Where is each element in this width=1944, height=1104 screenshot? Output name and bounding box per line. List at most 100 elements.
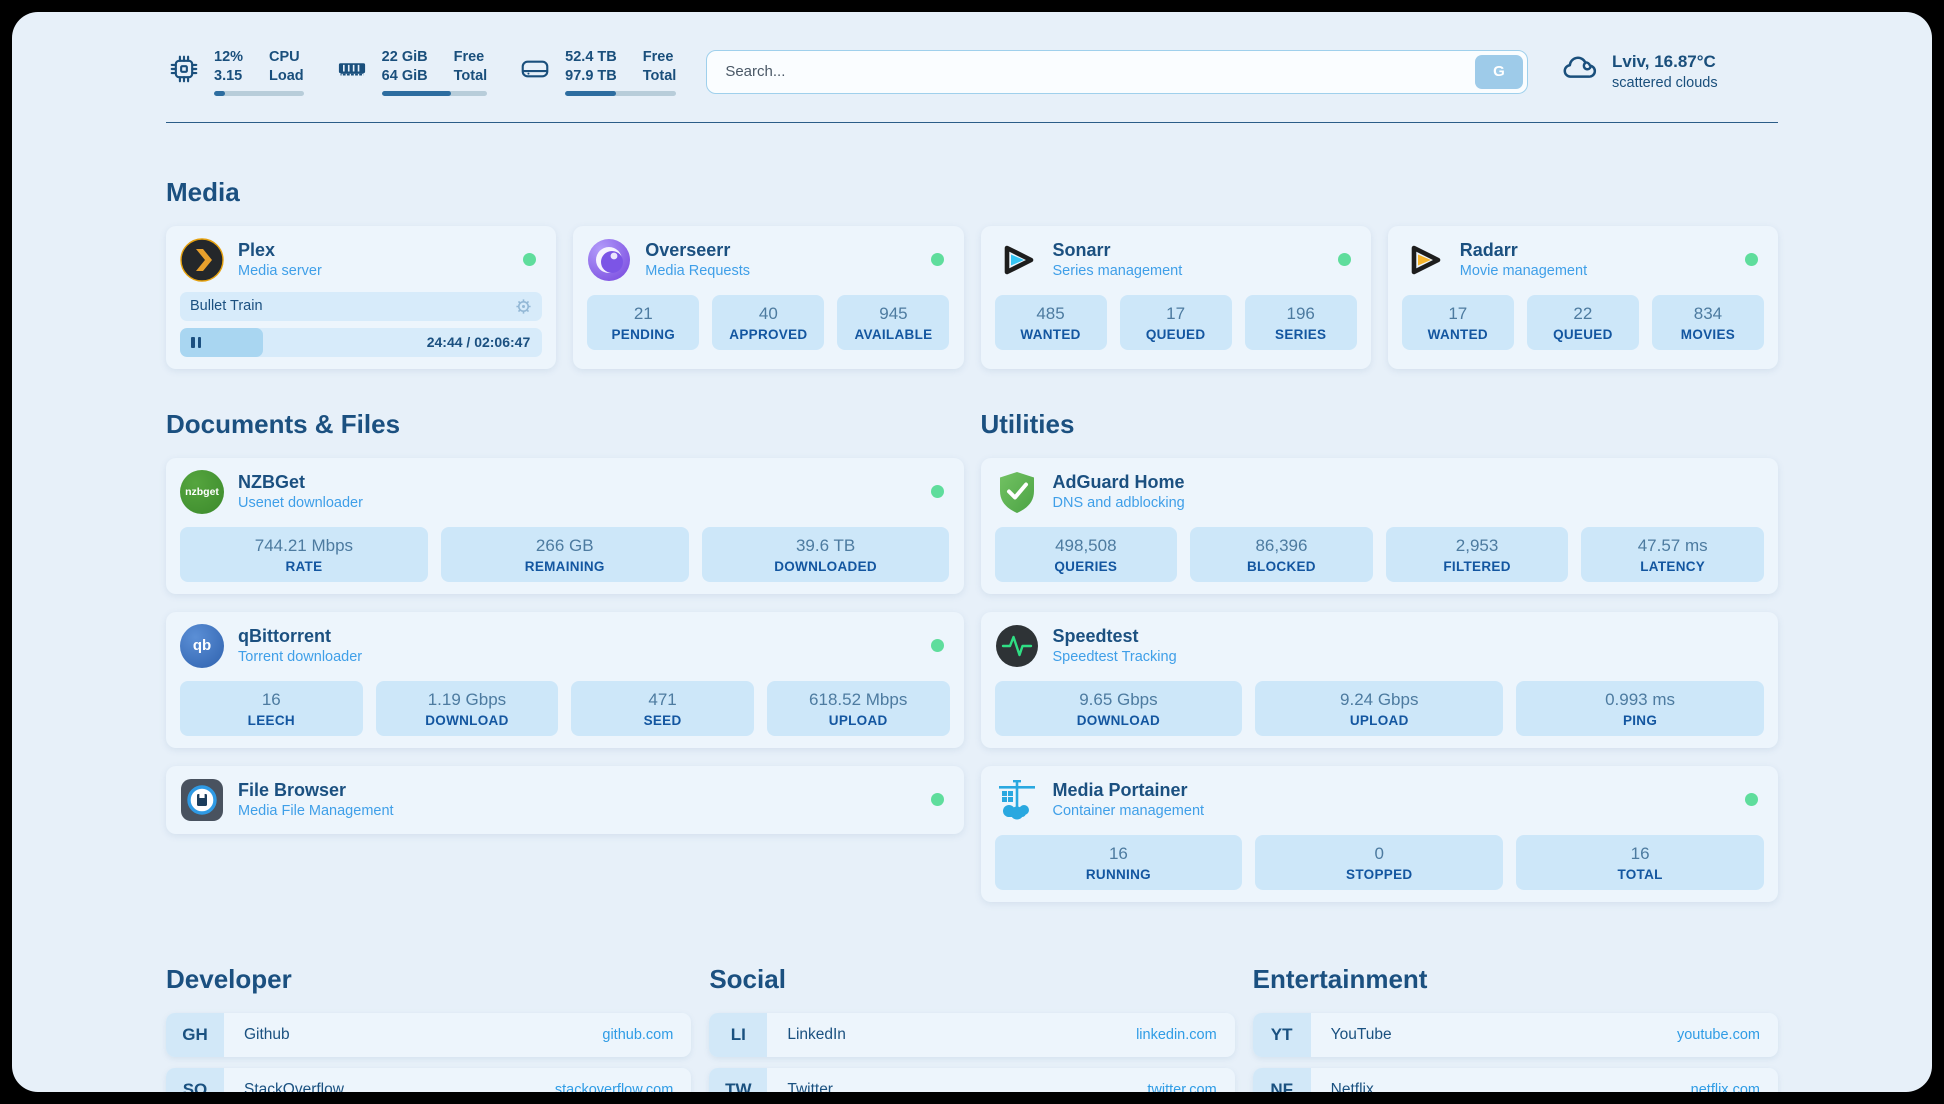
bookmark-name: StackOverflow	[244, 1081, 344, 1092]
stat-label: LEECH	[186, 713, 357, 728]
stat-label: TOTAL	[1522, 867, 1758, 882]
stat-pill: 266 GB REMAINING	[441, 527, 689, 582]
bookmark-netflix[interactable]: NF Netflix netflix.com	[1253, 1068, 1778, 1092]
bookmark-name: YouTube	[1331, 1026, 1392, 1044]
playback-progress-fill	[180, 328, 263, 357]
portainer-icon	[995, 778, 1039, 822]
stat-pill: 744.21 Mbps RATE	[180, 527, 428, 582]
disk-icon	[517, 51, 553, 92]
now-playing-title: Bullet Train	[190, 298, 263, 314]
stat-value: 9.65 Gbps	[1001, 690, 1237, 710]
app-card-qbittorrent[interactable]: qb qBittorrent Torrent downloader 16 LEE…	[166, 612, 964, 748]
app-card-speedtest[interactable]: Speedtest Speedtest Tracking 9.65 Gbps D…	[981, 612, 1779, 748]
status-dot	[931, 485, 944, 498]
cpu-loadavg: 3.15	[214, 67, 243, 86]
stat-value: 17	[1408, 304, 1508, 324]
app-card-portainer[interactable]: Media Portainer Container management 16 …	[981, 766, 1779, 902]
stat-pill: 40 APPROVED	[712, 295, 824, 350]
bookmark-abbr: SO	[166, 1068, 224, 1092]
stat-value: 196	[1251, 304, 1351, 324]
bookmark-name: Github	[244, 1026, 290, 1044]
app-name: AdGuard Home	[1053, 470, 1185, 494]
bookmark-name: Netflix	[1331, 1081, 1374, 1092]
bookmark-url: linkedin.com	[1136, 1027, 1217, 1043]
stat-label: AVAILABLE	[843, 327, 943, 342]
bookmark-abbr: LI	[709, 1013, 767, 1057]
stat-pill: 471 SEED	[571, 681, 754, 736]
playback-time: 24:44 / 02:06:47	[427, 328, 531, 357]
app-card-adguard[interactable]: AdGuard Home DNS and adblocking 498,508 …	[981, 458, 1779, 594]
bookmark-url: netflix.com	[1691, 1082, 1760, 1092]
stat-value: 22	[1533, 304, 1633, 324]
bookmark-github[interactable]: GH Github github.com	[166, 1013, 691, 1057]
disk-label-total: Total	[643, 67, 677, 86]
stat-label: RUNNING	[1001, 867, 1237, 882]
stat-label: QUEUED	[1533, 327, 1633, 342]
app-card-radarr[interactable]: Radarr Movie management 17 WANTED 22 QUE…	[1388, 226, 1778, 369]
bookmark-linkedin[interactable]: LI LinkedIn linkedin.com	[709, 1013, 1234, 1057]
stat-label: WANTED	[1408, 327, 1508, 342]
stat-pill: 945 AVAILABLE	[837, 295, 949, 350]
bookmark-stackoverflow[interactable]: SO StackOverflow stackoverflow.com	[166, 1068, 691, 1092]
stat-label: UPLOAD	[773, 713, 944, 728]
stat-pill: 16 LEECH	[180, 681, 363, 736]
speedtest-icon	[995, 624, 1039, 668]
search-engine-button[interactable]: G	[1475, 55, 1523, 89]
sonarr-icon	[995, 238, 1039, 282]
stat-pill: 618.52 Mbps UPLOAD	[767, 681, 950, 736]
ram-progress-fill	[382, 91, 452, 96]
stat-pill: 16 RUNNING	[995, 835, 1243, 890]
disk-total: 97.9 TB	[565, 67, 617, 86]
cpu-icon	[166, 51, 202, 92]
playback-progress-bar: 24:44 / 02:06:47	[180, 328, 542, 357]
stat-value: 744.21 Mbps	[186, 536, 422, 556]
app-card-filebrowser[interactable]: File Browser Media File Management	[166, 766, 964, 834]
weather-condition: scattered clouds	[1612, 74, 1718, 94]
weather-widget: Lviv, 16.87°C scattered clouds	[1558, 48, 1778, 95]
stat-label: UPLOAD	[1261, 713, 1497, 728]
app-name: qBittorrent	[238, 624, 362, 648]
bookmark-youtube[interactable]: YT YouTube youtube.com	[1253, 1013, 1778, 1057]
app-subtitle: Movie management	[1460, 262, 1587, 282]
app-name: Plex	[238, 238, 322, 262]
ram-label-free: Free	[454, 48, 488, 67]
stat-label: BLOCKED	[1196, 559, 1367, 574]
cpu-label: CPU	[269, 48, 304, 67]
app-card-sonarr[interactable]: Sonarr Series management 485 WANTED 17 Q…	[981, 226, 1371, 369]
stat-value: 39.6 TB	[708, 536, 944, 556]
ram-label-total: Total	[454, 67, 488, 86]
stat-pill: 0 STOPPED	[1255, 835, 1503, 890]
status-dot	[1745, 253, 1758, 266]
session-settings-icon	[515, 298, 532, 315]
bookmark-url: youtube.com	[1677, 1027, 1760, 1043]
status-dot	[931, 793, 944, 806]
bookmark-name: Twitter	[787, 1081, 833, 1092]
stat-pill: 498,508 QUERIES	[995, 527, 1178, 582]
stat-label: WANTED	[1001, 327, 1101, 342]
stat-pill: 9.24 Gbps UPLOAD	[1255, 681, 1503, 736]
stat-pill: 16 TOTAL	[1516, 835, 1764, 890]
bookmark-group-title: Social	[709, 964, 1234, 995]
app-card-plex[interactable]: Plex Media server Bullet Train	[166, 226, 556, 369]
disk-progress-fill	[565, 91, 616, 96]
qbittorrent-icon: qb	[180, 624, 224, 668]
app-subtitle: Media Requests	[645, 262, 750, 282]
app-card-overseerr[interactable]: Overseerr Media Requests 21 PENDING 40 A…	[573, 226, 963, 369]
stat-value: 17	[1126, 304, 1226, 324]
overseerr-icon	[587, 238, 631, 282]
nzbget-icon: nzbget	[180, 470, 224, 514]
topbar-divider	[166, 122, 1778, 123]
stat-label: STOPPED	[1261, 867, 1497, 882]
stat-pill: 86,396 BLOCKED	[1190, 527, 1373, 582]
app-subtitle: Torrent downloader	[238, 648, 362, 668]
ram-total: 64 GiB	[382, 67, 428, 86]
search-bar: G	[706, 50, 1528, 94]
ram-free: 22 GiB	[382, 48, 428, 67]
stat-value: 86,396	[1196, 536, 1367, 556]
bookmark-twitter[interactable]: TW Twitter twitter.com	[709, 1068, 1234, 1092]
filebrowser-icon	[180, 778, 224, 822]
app-card-nzbget[interactable]: nzbget NZBGet Usenet downloader 744.21 M…	[166, 458, 964, 594]
stat-label: PING	[1522, 713, 1758, 728]
cloud-icon	[1558, 48, 1600, 95]
search-input[interactable]	[706, 50, 1528, 94]
